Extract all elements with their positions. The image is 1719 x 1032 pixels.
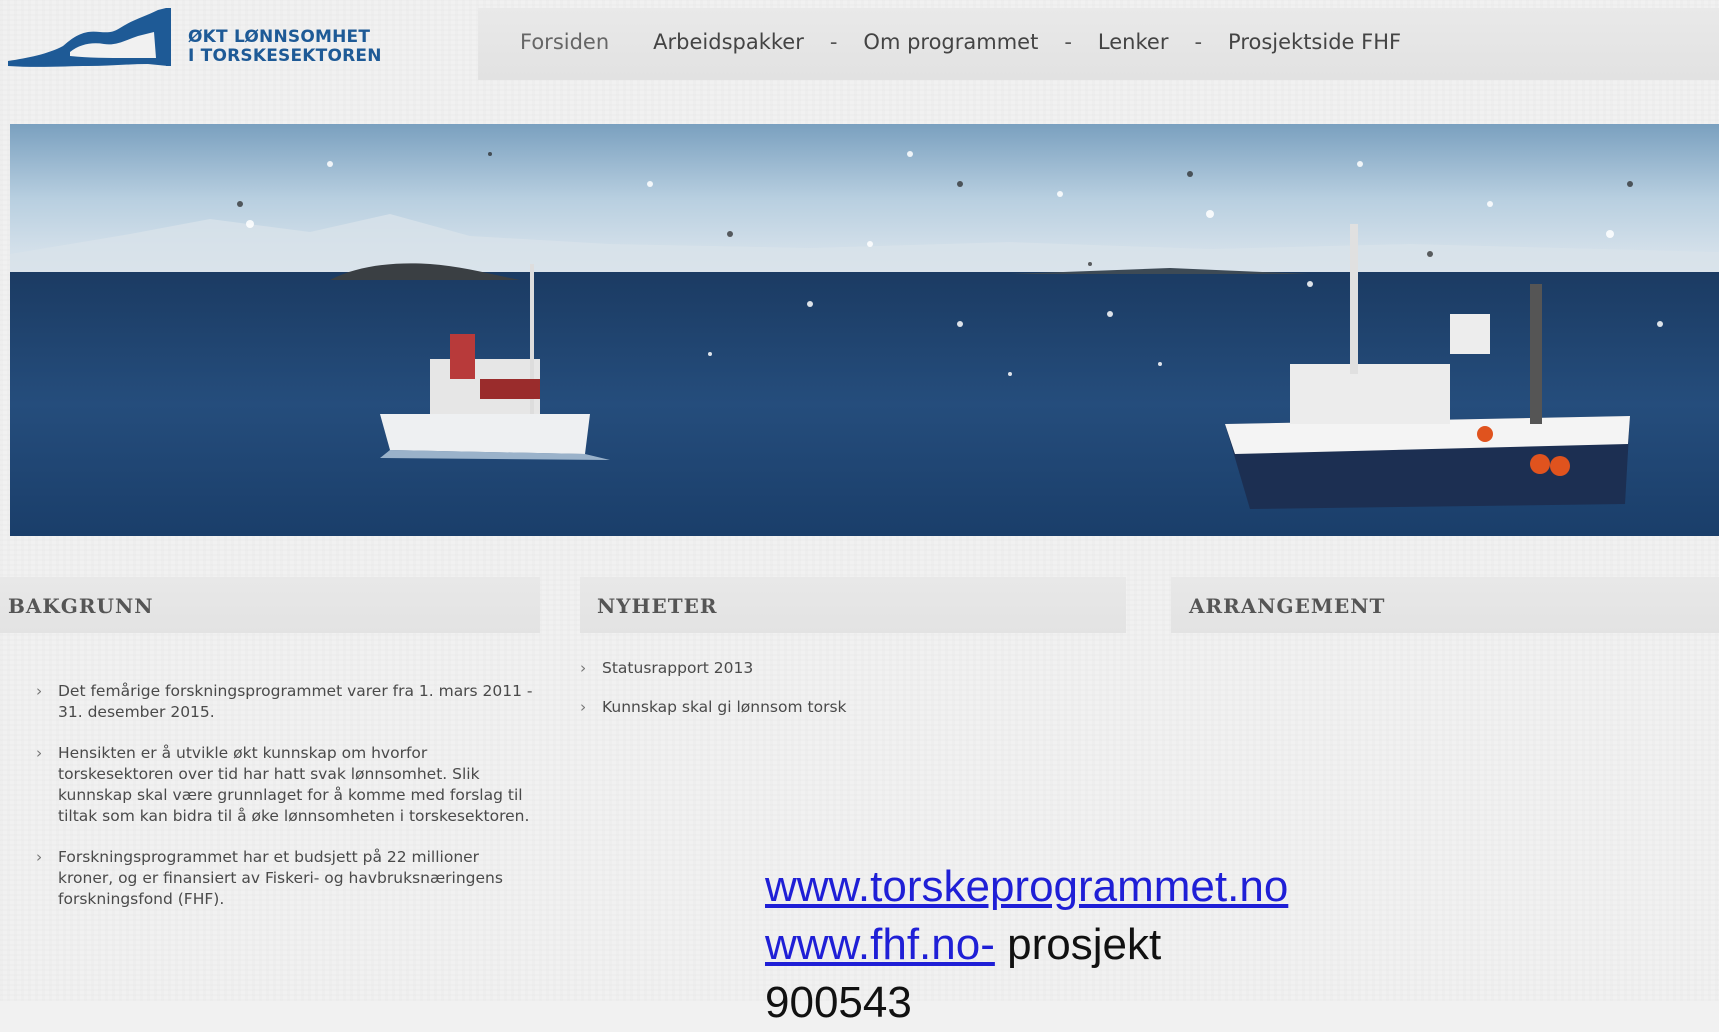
nav-om-programmet[interactable]: Om programmet — [863, 30, 1038, 54]
nav-prosjektside-fhf[interactable]: Prosjektside FHF — [1228, 30, 1401, 54]
fishing-boats-photo-icon — [10, 124, 1719, 536]
logo-line2: I TORSKESEKTOREN — [188, 46, 382, 66]
site-header: ØKT LØNNSOMHET I TORSKESEKTOREN Forsiden… — [0, 0, 1719, 100]
project-links: www.torskeprogrammet.no www.fhf.no- pros… — [765, 858, 1288, 1032]
main-nav: Forsiden Arbeidspakker - Om programmet -… — [478, 8, 1719, 80]
project-number: 900543 — [765, 978, 912, 1027]
hero-image — [10, 124, 1719, 536]
nav-arbeidspakker[interactable]: Arbeidspakker — [653, 30, 804, 54]
bakgrunn-title: BAKGRUNN — [8, 594, 154, 618]
list-item: Det femårige forskningsprogrammet varer … — [34, 681, 534, 723]
nyheter-title: NYHETER — [597, 594, 718, 618]
list-item: Forskningsprogrammet har et budsjett på … — [34, 847, 534, 910]
nav-forsiden[interactable]: Forsiden — [520, 30, 609, 54]
cod-logo-icon — [8, 8, 171, 67]
news-item-kunnskap[interactable]: Kunnskap skal gi lønnsom torsk — [578, 697, 1098, 718]
nav-separator: - — [1194, 30, 1203, 54]
site-logo[interactable]: ØKT LØNNSOMHET I TORSKESEKTOREN — [8, 6, 428, 72]
nav-lenker[interactable]: Lenker — [1098, 30, 1169, 54]
logo-text: ØKT LØNNSOMHET I TORSKESEKTOREN — [188, 28, 382, 66]
nyheter-list: Statusrapport 2013 Kunnskap skal gi lønn… — [578, 658, 1098, 738]
list-item: Hensikten er å utvikle økt kunnskap om h… — [34, 743, 534, 827]
bakgrunn-list: Det femårige forskningsprogrammet varer … — [34, 681, 534, 930]
arrangement-header: ARRANGEMENT — [1171, 577, 1719, 633]
arrangement-title: ARRANGEMENT — [1189, 594, 1386, 618]
logo-line1: ØKT LØNNSOMHET — [188, 27, 371, 47]
bakgrunn-header: BAKGRUNN — [0, 577, 540, 633]
news-item-statusrapport[interactable]: Statusrapport 2013 — [578, 658, 1098, 679]
nav-separator: - — [829, 30, 838, 54]
nyheter-header: NYHETER — [580, 577, 1126, 633]
fhf-link[interactable]: www.fhf.no- — [765, 920, 995, 969]
nav-separator: - — [1064, 30, 1072, 54]
links-suffix: prosjekt — [994, 920, 1162, 969]
torskeprogrammet-link[interactable]: www.torskeprogrammet.no — [765, 862, 1288, 911]
